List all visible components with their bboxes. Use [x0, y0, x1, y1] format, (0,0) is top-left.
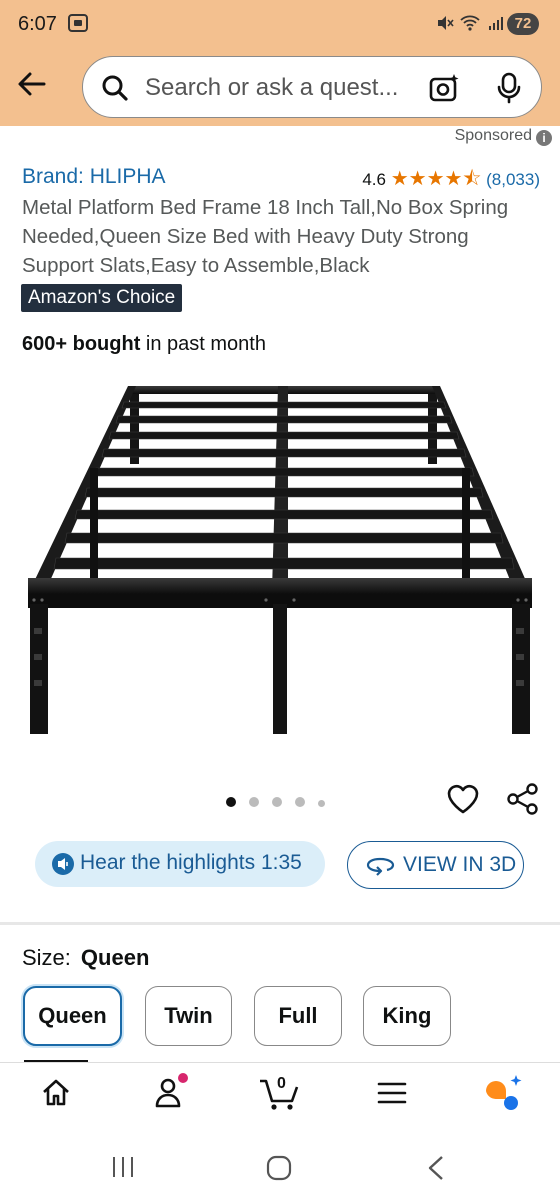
back-arrow-icon	[18, 72, 46, 96]
product-image[interactable]	[20, 378, 540, 748]
camera-search-icon	[429, 74, 459, 102]
bottom-navigation: 0	[0, 1062, 560, 1139]
nav-rufus[interactable]	[484, 1073, 524, 1118]
view-in-3d-label: VIEW IN 3D	[403, 853, 517, 876]
size-selected-value: Queen	[80, 945, 150, 970]
share-icon	[507, 783, 538, 815]
info-icon: i	[536, 130, 552, 146]
back-system-button[interactable]	[424, 1154, 448, 1187]
status-time: 6:07	[18, 13, 57, 35]
back-button[interactable]	[16, 68, 50, 102]
search-input[interactable]	[143, 71, 437, 105]
search-bar[interactable]	[82, 56, 542, 118]
mute-icon	[438, 16, 454, 30]
recent-apps-icon	[113, 1157, 133, 1177]
image-pagination-dots[interactable]	[226, 794, 338, 812]
rating-count: (8,033)	[486, 170, 540, 189]
sponsored-label[interactable]: Sponsored i	[455, 127, 552, 146]
system-navigation	[0, 1138, 560, 1200]
size-option-queen[interactable]: Queen	[23, 986, 122, 1046]
product-title: Metal Platform Bed Frame 18 Inch Tall,No…	[22, 196, 509, 277]
nav-cart[interactable]: 0	[258, 1073, 302, 1118]
home-icon	[43, 1079, 69, 1106]
view-in-3d-button[interactable]: VIEW IN 3D	[347, 841, 524, 889]
app-header	[0, 50, 560, 126]
size-label-text: Size:	[22, 945, 71, 970]
recent-apps-button[interactable]	[110, 1154, 136, 1185]
hear-highlights-button[interactable]: Hear the highlights 1:35	[35, 841, 325, 887]
screen-record-icon	[68, 14, 88, 32]
menu-icon	[377, 1082, 407, 1104]
heart-icon	[447, 784, 479, 814]
pagination-dot-2[interactable]	[249, 797, 259, 807]
size-label: Size: Queen	[22, 945, 149, 971]
rufus-icon	[486, 1075, 522, 1110]
amazons-choice-badge: Amazon's Choice	[21, 284, 183, 312]
system-home-icon	[266, 1155, 292, 1181]
pagination-dot-1[interactable]	[226, 797, 236, 807]
pagination-dot-3[interactable]	[272, 797, 282, 807]
audio-play-icon	[52, 853, 74, 875]
star-rating-icon: ★★★★⯪	[390, 168, 482, 190]
size-option-full[interactable]: Full	[254, 986, 342, 1046]
nav-menu[interactable]	[376, 1077, 408, 1114]
nav-account[interactable]	[152, 1071, 192, 1116]
signal-icon	[488, 17, 503, 30]
search-icon	[102, 75, 128, 101]
purchase-count: 600+ bought in past month	[22, 333, 266, 356]
status-bar: 6:07 72	[0, 0, 560, 50]
purchase-count-bold: 600+ bought	[22, 333, 141, 355]
rotate-3d-icon	[366, 857, 395, 876]
section-divider	[0, 922, 560, 925]
pagination-dot-5[interactable]	[318, 800, 325, 807]
share-button[interactable]	[506, 782, 540, 821]
battery-indicator: 72	[507, 13, 539, 35]
wishlist-button[interactable]	[446, 783, 480, 820]
wifi-icon	[460, 15, 481, 31]
size-option-twin[interactable]: Twin	[145, 986, 232, 1046]
purchase-count-rest: in past month	[140, 333, 266, 355]
nav-home[interactable]	[40, 1077, 72, 1114]
cart-count: 0	[277, 1075, 286, 1092]
size-option-king[interactable]: King	[363, 986, 451, 1046]
hear-highlights-label: Hear the highlights 1:35	[80, 851, 302, 874]
status-icons	[436, 14, 505, 34]
pagination-dot-4[interactable]	[295, 797, 305, 807]
account-icon	[155, 1073, 188, 1108]
microphone-icon	[497, 72, 521, 104]
system-back-icon	[428, 1156, 443, 1180]
rating-value: 4.6	[362, 170, 386, 189]
bed-frame-image	[28, 386, 532, 734]
brand-link[interactable]: Brand: HLIPHA	[22, 165, 166, 189]
home-system-button[interactable]	[265, 1154, 293, 1187]
